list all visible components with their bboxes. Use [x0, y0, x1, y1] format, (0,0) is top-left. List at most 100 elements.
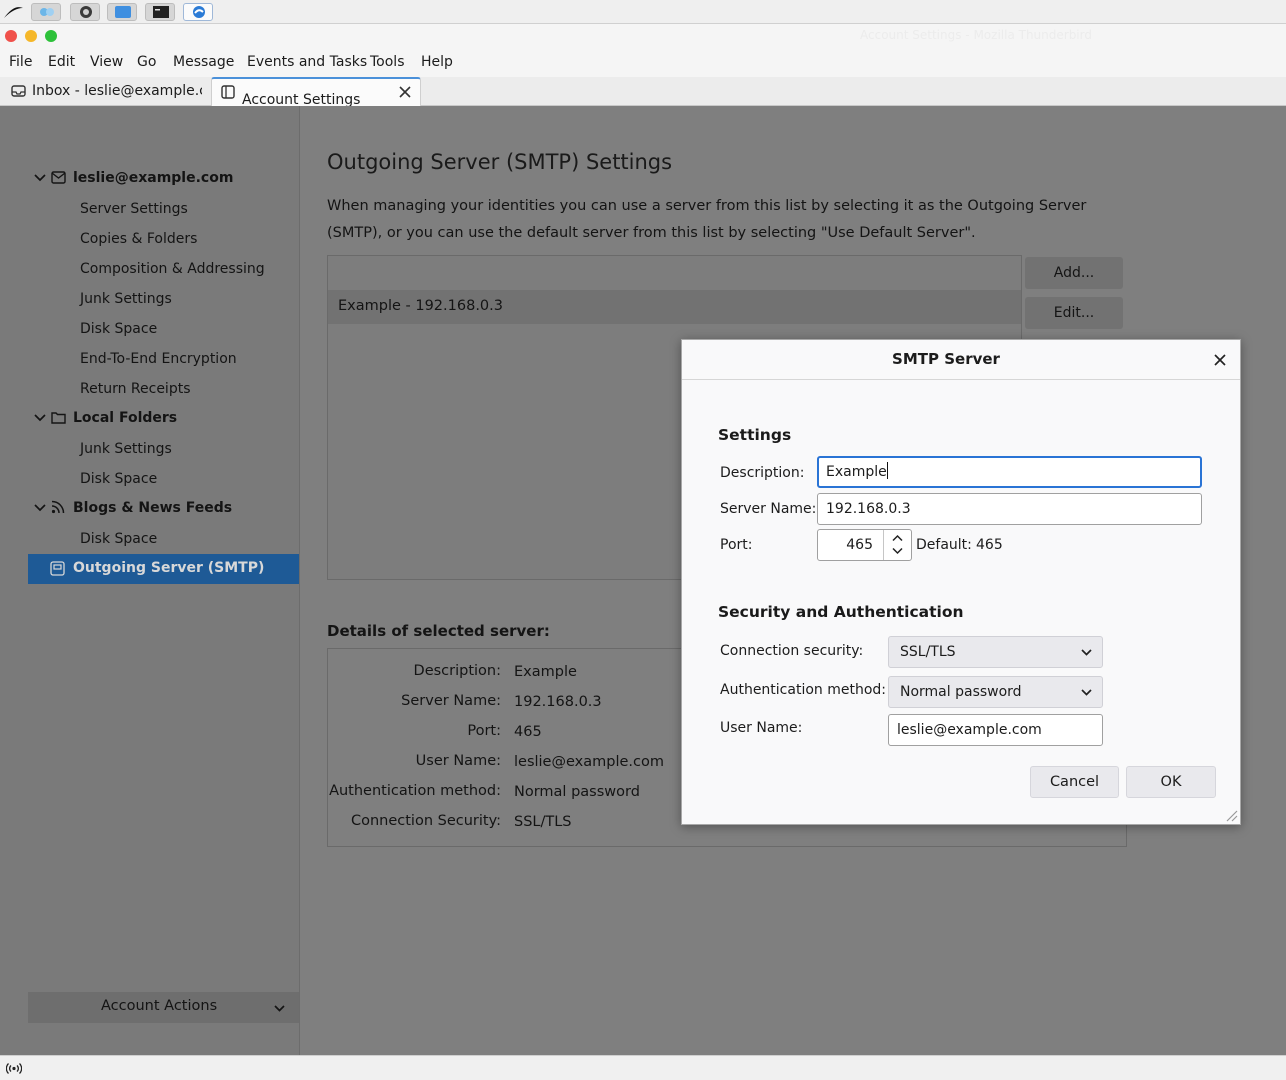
chevron-down-icon[interactable] — [34, 172, 46, 184]
taskbar-app-1[interactable] — [31, 3, 61, 21]
menu-help[interactable]: Help — [421, 54, 453, 70]
outgoing-server-icon — [50, 561, 65, 576]
maximize-window-button[interactable] — [45, 30, 57, 42]
tab-inbox[interactable]: Inbox - leslie@example.com — [0, 77, 210, 106]
detail-user-name-value: leslie@example.com — [514, 754, 664, 770]
blogs-label: Blogs & News Feeds — [73, 500, 233, 516]
sidebar-item-junk-settings[interactable]: Junk Settings — [80, 291, 172, 307]
sidebar-item-local-junk-settings[interactable]: Junk Settings — [80, 441, 172, 457]
menu-events-and-tasks[interactable]: Events and Tasks — [247, 54, 367, 70]
connection-security-label: Connection security: — [720, 643, 864, 659]
sidebar-blogs-news-feeds[interactable]: Blogs & News Feeds — [34, 496, 284, 522]
connection-security-value: SSL/TLS — [900, 644, 956, 660]
menu-view[interactable]: View — [90, 54, 123, 70]
port-label: Port: — [720, 537, 753, 553]
auth-method-value: Normal password — [900, 684, 1022, 700]
taskbar-app-2[interactable] — [70, 3, 100, 21]
outgoing-server-label: Outgoing Server (SMTP) — [73, 560, 265, 576]
online-status-icon[interactable] — [6, 1062, 22, 1075]
resize-grip-icon[interactable] — [1224, 808, 1238, 822]
edit-server-button[interactable]: Edit... — [1025, 297, 1123, 329]
server-row-label: Example - 192.168.0.3 — [338, 298, 503, 314]
page-description: When managing your identities you can us… — [327, 198, 1087, 241]
detail-auth-method-label: Authentication method: — [329, 783, 501, 799]
sidebar-item-outgoing-server[interactable]: Outgoing Server (SMTP) — [28, 554, 299, 584]
details-heading: Details of selected server: — [327, 622, 550, 640]
menu-go[interactable]: Go — [137, 54, 156, 70]
sidebar-item-return-receipts[interactable]: Return Receipts — [80, 381, 191, 397]
status-bar — [0, 1055, 1286, 1080]
user-name-label: User Name: — [720, 720, 803, 736]
close-window-button[interactable] — [5, 30, 17, 42]
detail-server-name-value: 192.168.0.3 — [514, 694, 602, 710]
thunderbird-icon — [193, 6, 205, 18]
connection-security-select[interactable]: SSL/TLS — [888, 636, 1103, 668]
description-input[interactable]: Example — [817, 456, 1202, 488]
taskbar-app-4[interactable] — [145, 3, 175, 21]
sidebar-local-folders[interactable]: Local Folders — [34, 406, 284, 432]
minimize-window-button[interactable] — [25, 30, 37, 42]
globe-icon — [80, 6, 92, 18]
account-actions-label: Account Actions — [101, 998, 218, 1014]
default-port-label: Default: — [916, 537, 972, 553]
sidebar-item-composition-addressing[interactable]: Composition & Addressing — [80, 261, 265, 277]
account-email: leslie@example.com — [73, 170, 234, 186]
port-value: 465 — [846, 537, 873, 553]
inbox-icon — [11, 85, 26, 97]
window-title: Account Settings - Mozilla Thunderbird — [860, 28, 1092, 42]
menu-file[interactable]: File — [9, 54, 32, 70]
stepper-down-icon[interactable] — [892, 547, 903, 555]
sidebar-item-local-disk-space[interactable]: Disk Space — [80, 471, 157, 487]
sidebar-item-server-settings[interactable]: Server Settings — [80, 201, 188, 217]
menu-edit[interactable]: Edit — [48, 54, 75, 70]
detail-connection-security-label: Connection Security: — [350, 813, 501, 829]
folder-icon — [51, 412, 66, 424]
port-stepper[interactable]: 465 — [817, 529, 912, 561]
chevron-down-icon — [1081, 649, 1092, 656]
launcher-logo-icon[interactable] — [2, 2, 24, 22]
server-name-input[interactable]: 192.168.0.3 — [817, 493, 1202, 525]
chevron-down-icon — [274, 1005, 285, 1012]
settings-page-icon — [221, 85, 235, 99]
chevron-down-icon[interactable] — [34, 502, 46, 514]
sidebar-item-copies-folders[interactable]: Copies & Folders — [80, 231, 197, 247]
detail-port-value: 465 — [514, 724, 542, 740]
tab-account-settings[interactable]: Account Settings — [211, 77, 421, 109]
finder-icon — [115, 6, 131, 18]
user-name-input[interactable]: leslie@example.com — [888, 714, 1103, 746]
sidebar-item-e2e-encryption[interactable]: End-To-End Encryption — [80, 351, 237, 367]
auth-method-select[interactable]: Normal password — [888, 676, 1103, 708]
detail-description-value: Example — [514, 664, 577, 680]
menu-tools[interactable]: Tools — [370, 54, 405, 70]
sidebar-item-blogs-disk-space[interactable]: Disk Space — [80, 531, 157, 547]
close-icon[interactable] — [1210, 350, 1230, 370]
smtp-server-dialog: SMTP Server Settings Description: Exampl… — [681, 339, 1241, 825]
settings-heading: Settings — [718, 426, 792, 444]
dialog-header: SMTP Server — [682, 340, 1240, 380]
description-value: Example — [826, 464, 887, 480]
security-heading: Security and Authentication — [718, 603, 964, 621]
dialog-title: SMTP Server — [892, 350, 1000, 368]
detail-connection-security-value: SSL/TLS — [514, 814, 572, 830]
server-list-row[interactable]: Example - 192.168.0.3 — [328, 290, 1021, 324]
account-actions-button[interactable]: Account Actions — [28, 992, 299, 1023]
close-tab-icon[interactable] — [399, 86, 411, 98]
detail-port-label: Port: — [467, 723, 501, 739]
detail-server-name-label: Server Name: — [401, 693, 501, 709]
add-server-button[interactable]: Add... — [1025, 257, 1123, 289]
server-name-label: Server Name: — [720, 501, 817, 517]
account-sidebar: leslie@example.com Server Settings Copie… — [0, 106, 300, 1055]
cancel-button[interactable]: Cancel — [1030, 766, 1119, 798]
chevron-down-icon[interactable] — [34, 412, 46, 424]
taskbar-app-3[interactable] — [107, 3, 137, 21]
menu-message[interactable]: Message — [173, 54, 234, 70]
taskbar-app-thunderbird[interactable] — [183, 3, 213, 21]
description-label: Description: — [720, 465, 805, 481]
sidebar-item-disk-space[interactable]: Disk Space — [80, 321, 157, 337]
terminal-icon — [153, 6, 169, 18]
sidebar-account-leslie[interactable]: leslie@example.com — [34, 166, 284, 192]
stepper-up-icon[interactable] — [892, 534, 903, 542]
menubar: File Edit View Go Message Events and Tas… — [0, 47, 1286, 77]
ok-button[interactable]: OK — [1126, 766, 1216, 798]
butterfly-icon — [40, 8, 54, 16]
